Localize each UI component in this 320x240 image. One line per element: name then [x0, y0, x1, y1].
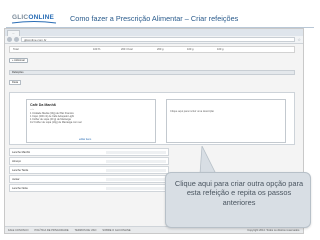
slide-title: Como fazer a Prescrição Alimentar – Cria… [70, 14, 239, 23]
url-input[interactable]: gliconline.com.br [21, 37, 296, 42]
callout-text: Clique aqui para criar outra opção para … [174, 179, 304, 207]
meal-item: 1/2 Colher de sopa (10g) de Manteiga com… [30, 121, 82, 124]
meal-row-field [106, 168, 166, 172]
add-button[interactable]: + Adicionar [9, 58, 28, 63]
meal-row[interactable]: Almoço [9, 157, 169, 165]
totals-cell: 200 g [157, 48, 164, 51]
bookmark-star-icon[interactable]: ☆ [297, 37, 301, 42]
meal-row-label: Almoço [12, 159, 21, 163]
footer-copyright: Copyright 2014. Todos os direitos reserv… [247, 229, 300, 232]
meal-row-field [106, 186, 166, 190]
callout-bubble: Clique aqui para criar outra opção para … [165, 172, 311, 228]
browser-address-bar: gliconline.com.br ☆ [5, 36, 303, 44]
meal-row-label: Lanche Tarde [12, 168, 29, 172]
browser-tab[interactable]: ... [7, 30, 20, 36]
back-icon[interactable] [7, 37, 12, 42]
browser-tab-bar: ... [5, 29, 303, 36]
meal-row[interactable]: Lanche Tarde [9, 166, 169, 174]
totals-label: Total [13, 48, 19, 51]
footer-link-about[interactable]: SOBRE O GLICONLINE [102, 229, 130, 232]
gliconline-logo: GLICONLINE [6, 6, 57, 24]
footer-link-contact[interactable]: FALE CONOSCO [8, 229, 28, 232]
logo-swoosh-icon [11, 21, 57, 24]
meal-card[interactable]: Café Da Manhã --:-- 1 Unidade Média (40g… [26, 99, 156, 143]
totals-cell: 100 % [93, 48, 101, 51]
meals-section-header: Refeições [9, 70, 295, 75]
meal-time: --:-- [30, 108, 35, 111]
meal-row-field [106, 177, 166, 181]
meal-list: Lanche Manhã Almoço Lanche Tarde Jantar … [9, 148, 169, 193]
meal-items: 1 Unidade Média (40g) de Pão Francês 1 C… [30, 112, 140, 124]
meal-row[interactable]: Lanche Manhã [9, 148, 169, 156]
meal-row-label: Lanche Noite [12, 186, 28, 190]
logo-text: GLICONLINE [12, 14, 55, 21]
totals-cell: 100 g [187, 48, 194, 51]
day-chip[interactable]: Dieta [9, 80, 22, 85]
callout-pointer [199, 146, 217, 174]
meal-panel: Café Da Manhã --:-- 1 Unidade Média (40g… [9, 92, 295, 145]
totals-cell: 200 / Kcal [121, 48, 133, 51]
meal-row[interactable]: Lanche Noite [9, 184, 169, 192]
meal-title: Café Da Manhã [30, 103, 56, 107]
footer-link-privacy[interactable]: POLÍTICA DE PRIVACIDADE [34, 229, 68, 232]
meal-row-field [106, 150, 166, 154]
footer-link-terms[interactable]: TERMOS DE USO [75, 229, 97, 232]
meal-row[interactable]: Jantar [9, 175, 169, 183]
meal-row-label: Lanche Manhã [12, 150, 30, 154]
meal-description-field[interactable]: Clique aqui para incluir uma descrição [166, 99, 286, 143]
forward-icon[interactable] [14, 37, 19, 42]
edit-items-link[interactable]: editar itens [79, 138, 91, 141]
meal-description-placeholder: Clique aqui para incluir uma descrição [170, 110, 214, 113]
meal-row-field [106, 159, 166, 163]
totals-cell: 100 g [217, 48, 224, 51]
totals-row: Total 100 % 200 / Kcal 200 g 100 g 100 g [9, 46, 295, 53]
meal-row-label: Jantar [12, 177, 20, 181]
